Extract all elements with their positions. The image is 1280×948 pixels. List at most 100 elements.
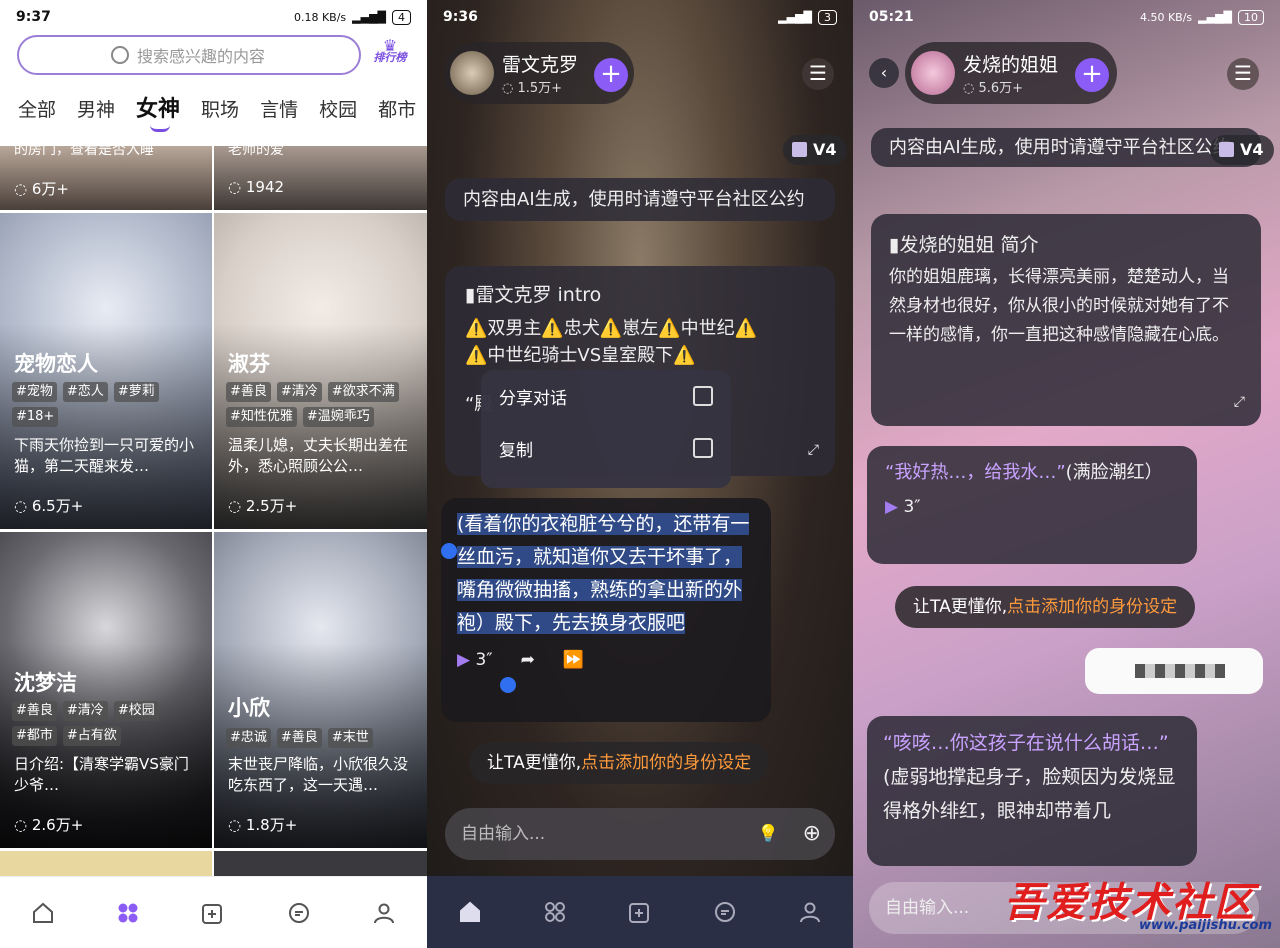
discover-icon[interactable] xyxy=(542,899,568,925)
tab-workplace[interactable]: 职场 xyxy=(201,92,239,132)
card-tags: #宠物 #恋人 #萝莉 #18+ xyxy=(12,382,202,427)
ai-notice: 内容由AI生成，使用时请遵守平台社区公约 xyxy=(445,178,835,221)
tab-city[interactable]: 都市 xyxy=(378,92,416,132)
selected-message-text[interactable]: (看着你的衣袍脏兮兮的，还带有一丝血污，就知道你又去干坏事了，嘴角微微抽搐，熟练… xyxy=(457,513,750,634)
network-speed: 4.50 KB/s xyxy=(1139,10,1193,24)
expand-icon[interactable]: ⤢ xyxy=(1234,389,1245,416)
character-card[interactable]: 的房门，查看是否入睡 ◌ 6万+ xyxy=(0,146,212,210)
follow-button[interactable]: + xyxy=(594,58,628,92)
back-button[interactable]: ‹ xyxy=(869,58,899,88)
card-tags: #善良 #清冷 #欲求不满 #知性优雅 #温婉乖巧 xyxy=(226,382,421,427)
share-arrow-icon[interactable]: ➦ xyxy=(521,644,535,677)
search-input[interactable]: 搜索感兴趣的内容 xyxy=(17,35,361,75)
expand-icon[interactable]: ⤢ xyxy=(808,437,819,464)
add-icon[interactable]: ⊕ xyxy=(803,808,821,860)
character-card[interactable]: 淑芬 #善良 #清冷 #欲求不满 #知性优雅 #温婉乖巧 温柔儿媳，丈夫长期出差… xyxy=(214,213,427,529)
message-bubble[interactable]: “咳咳…你这孩子在说什么胡话…” (虚弱地撑起身子，脸颊因为发烧显得格外绯红，眼… xyxy=(867,716,1197,866)
screenshot-composite: 9:37 0.18 KB/s ▂▄▆█ 4 搜索感兴趣的内容 ♛ 排行榜 全部 男神… xyxy=(0,0,1280,948)
fast-forward-icon[interactable]: ⏩ xyxy=(563,644,584,677)
home-icon[interactable] xyxy=(30,900,56,926)
message-quote: “咳咳…你这孩子在说什么胡话…” xyxy=(883,732,1169,754)
card-chat-count: ◌ 2.6万+ xyxy=(14,816,84,834)
card-description: 下雨天你捡到一只可爱的小猫，第二天醒来发… xyxy=(14,436,195,475)
create-ai-icon[interactable] xyxy=(627,899,653,925)
character-card[interactable]: 小欣 #忠诚 #善良 #末世 末世丧尸降临，小欣很久没吃东西了，这一天遇… ◌ … xyxy=(214,532,427,848)
tab-female-god[interactable]: 女神 xyxy=(136,92,180,132)
tag: #知性优雅 xyxy=(226,407,297,427)
message-action: (虚弱地撑起身子，脸颊因为发烧显得格外绯红，眼神却带着几 xyxy=(883,766,1176,822)
card-chat-count: ◌ 1942 xyxy=(228,178,285,196)
tag: #欲求不满 xyxy=(327,382,399,402)
identity-suggestion[interactable]: 让TA更懂你,点击添加你的身份设定 xyxy=(895,586,1196,628)
tab-male-god[interactable]: 男神 xyxy=(77,92,115,132)
chat-input-placeholder: 自由输入... xyxy=(461,824,546,844)
avatar xyxy=(450,51,494,95)
card-chat-count: ◌ 1.8万+ xyxy=(228,816,298,834)
character-card[interactable]: 沈梦洁 #善良 #清冷 #校园 #都市 #占有欲 日介绍:【清寒学霸VS豪门少爷… xyxy=(0,532,212,848)
signal-icon: ▂▄▆█ xyxy=(352,10,386,24)
tag: #末世 xyxy=(327,728,373,748)
add-identity-link[interactable]: 点击添加你的身份设定 xyxy=(1007,597,1177,617)
character-card[interactable] xyxy=(0,851,212,876)
chat-input[interactable]: 自由输入... 💡 ⊕ xyxy=(445,808,835,860)
tag: #清冷 xyxy=(276,382,322,402)
play-audio-button[interactable]: ▶ 3″ xyxy=(885,490,1179,524)
signal-icon: ▂▄▆█ xyxy=(1198,10,1232,24)
share-conversation-item[interactable]: 分享对话 xyxy=(481,370,731,422)
tag: #善良 xyxy=(226,382,271,402)
copy-item[interactable]: 复制 xyxy=(481,422,731,474)
model-version-button[interactable]: V4 xyxy=(1210,135,1274,165)
home-icon[interactable] xyxy=(457,899,483,925)
battery-icon: 4 xyxy=(392,9,411,25)
tab-campus[interactable]: 校园 xyxy=(319,92,357,132)
status-time: 9:36 xyxy=(443,9,478,25)
selection-handle-end[interactable] xyxy=(500,677,516,693)
copy-icon xyxy=(693,438,713,458)
intro-text: 你的姐姐鹿璃，长得漂亮美丽，楚楚动人，当然身材也很好，你从很小的时候就对她有了不… xyxy=(889,267,1229,345)
model-version-button[interactable]: V4 xyxy=(783,135,847,165)
leaderboard-button[interactable]: ♛ 排行榜 xyxy=(370,38,410,74)
tag: #萝莉 xyxy=(113,382,159,402)
selection-handle-start[interactable] xyxy=(441,543,457,559)
avatar xyxy=(911,51,955,95)
profile-icon[interactable] xyxy=(797,899,823,925)
messages-icon[interactable] xyxy=(712,899,738,925)
battery-icon: 3 xyxy=(818,9,837,25)
menu-icon[interactable]: ☰ xyxy=(1227,58,1259,90)
identity-suggestion[interactable]: 让TA更懂你,点击添加你的身份设定 xyxy=(469,742,770,784)
profile-icon[interactable] xyxy=(371,900,397,926)
card-chat-count: ◌ 6.5万+ xyxy=(14,497,84,515)
message-action: (满脸潮红） xyxy=(1065,462,1163,483)
tab-all[interactable]: 全部 xyxy=(18,92,56,132)
intro-line: ⚠️中世纪骑士VS皇室殿下⚠️ xyxy=(465,345,696,366)
tag: #善良 xyxy=(12,701,57,721)
bottom-nav xyxy=(0,876,427,948)
menu-icon[interactable]: ☰ xyxy=(802,58,834,90)
play-audio-button[interactable]: ▶ 3″ xyxy=(457,644,493,677)
message-bubble[interactable]: “我好热…，给我水…”(满脸潮红） ▶ 3″ xyxy=(867,446,1197,564)
context-menu: 分享对话 复制 xyxy=(481,370,731,488)
follow-button[interactable]: + xyxy=(1075,58,1109,92)
chat-input-placeholder: 自由输入... xyxy=(885,898,970,918)
add-identity-link[interactable]: 点击添加你的身份设定 xyxy=(581,753,751,773)
tag: #善良 xyxy=(276,728,322,748)
status-bar: 05:21 4.50 KB/s ▂▄▆█ 10 xyxy=(853,0,1280,34)
messages-icon[interactable] xyxy=(286,900,312,926)
message-bubble[interactable]: (看着你的衣袍脏兮兮的，还带有一丝血污，就知道你又去干坏事了，嘴角微微抽搐，熟练… xyxy=(441,498,771,722)
character-card[interactable]: 老师的爱 ◌ 1942 xyxy=(214,146,427,210)
user-message-redacted xyxy=(1085,648,1263,694)
network-speed: 0.18 KB/s xyxy=(293,10,347,24)
character-card[interactable]: 宠物恋人 #宠物 #恋人 #萝莉 #18+ 下雨天你捡到一只可爱的小猫，第二天醒… xyxy=(0,213,212,529)
create-ai-icon[interactable] xyxy=(200,900,226,926)
signal-icon: ▂▄▆█ xyxy=(778,10,812,24)
intro-title: ▮雷文克罗 intro xyxy=(465,284,602,306)
redacted-block xyxy=(1135,664,1225,678)
card-chat-count: ◌ 6万+ xyxy=(14,180,69,198)
tag: #温婉乖巧 xyxy=(302,407,374,427)
card-description: 末世丧尸降临，小欣很久没吃东西了，这一天遇… xyxy=(228,755,409,794)
card-tags: #忠诚 #善良 #末世 xyxy=(226,728,421,748)
tab-romance[interactable]: 言情 xyxy=(260,92,298,132)
character-card[interactable] xyxy=(214,851,427,876)
discover-icon[interactable] xyxy=(115,900,141,926)
lightbulb-icon[interactable]: 💡 xyxy=(758,808,779,860)
